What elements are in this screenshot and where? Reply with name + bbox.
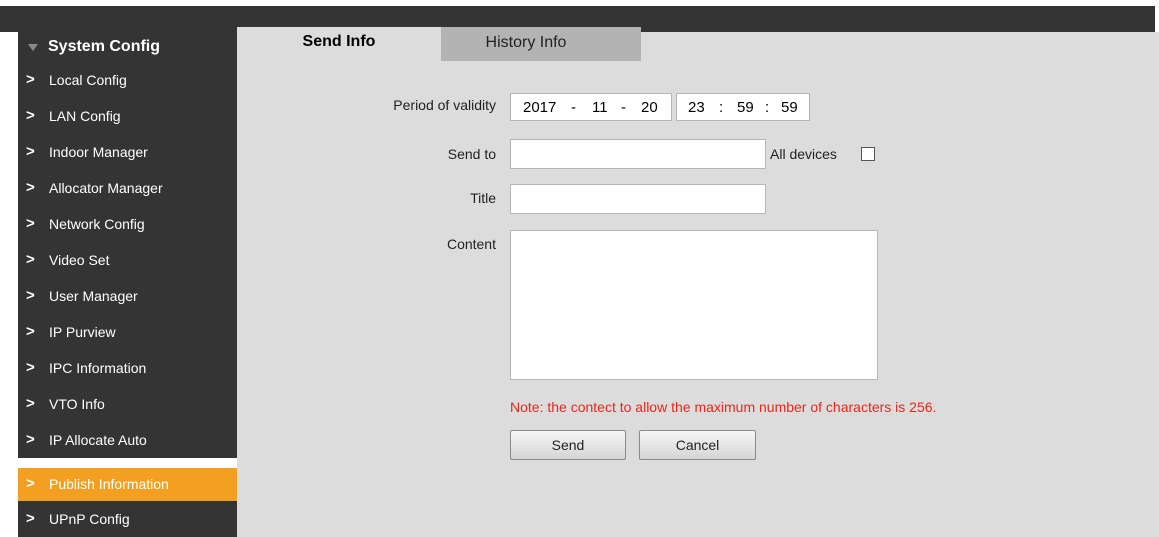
- sidebar-item-label: Allocator Manager: [49, 180, 163, 196]
- chevron-right-icon: >: [26, 475, 35, 492]
- date-input[interactable]: 2017 - 11 - 20: [510, 93, 672, 121]
- time-second: 59: [781, 99, 798, 116]
- cancel-button[interactable]: Cancel: [639, 430, 756, 460]
- date-sep: -: [571, 99, 576, 116]
- time-sep: :: [765, 99, 770, 116]
- sidebar-item-label: IPC Information: [49, 360, 147, 376]
- sidebar-item-network-config[interactable]: > Network Config: [18, 206, 237, 242]
- sidebar-item-local-config[interactable]: > Local Config: [18, 62, 237, 98]
- chevron-right-icon: >: [26, 510, 35, 527]
- character-limit-note: Note: the contect to allow the maximum n…: [510, 399, 937, 415]
- send-to-label: Send to: [447, 146, 496, 162]
- sidebar-item-label: IP Allocate Auto: [49, 432, 147, 448]
- sidebar-item-upnp-config[interactable]: > UPnP Config: [18, 501, 237, 537]
- sidebar-item-vto-info[interactable]: > VTO Info: [18, 386, 237, 422]
- title-label: Title: [470, 190, 496, 206]
- chevron-right-icon: >: [26, 287, 35, 304]
- sidebar-item-label: User Manager: [49, 288, 138, 304]
- chevron-right-icon: >: [26, 395, 35, 412]
- chevron-right-icon: >: [26, 323, 35, 340]
- time-input[interactable]: 23 : 59 : 59: [676, 93, 810, 121]
- tab-send-info[interactable]: Send Info: [237, 27, 441, 63]
- chevron-right-icon: >: [26, 71, 35, 88]
- chevron-right-icon: >: [26, 251, 35, 268]
- sidebar-header-system-config[interactable]: System Config: [18, 32, 237, 62]
- validity-label: Period of validity: [393, 97, 496, 113]
- sidebar-item-label: Video Set: [49, 252, 110, 268]
- sidebar-item-label: VTO Info: [49, 396, 105, 412]
- sidebar-item-ip-allocate-auto[interactable]: > IP Allocate Auto: [18, 422, 237, 458]
- sidebar-item-label: LAN Config: [49, 108, 121, 124]
- sidebar-item-label: Network Config: [49, 216, 145, 232]
- sidebar-item-label: IP Purview: [49, 324, 116, 340]
- sidebar-item-label: Publish Information: [49, 476, 169, 492]
- sidebar-item-label: Local Config: [49, 72, 127, 88]
- all-devices-checkbox[interactable]: [861, 147, 875, 161]
- date-day: 20: [641, 99, 658, 116]
- collapse-triangle-icon: [28, 44, 38, 51]
- title-field[interactable]: [510, 184, 766, 214]
- chevron-right-icon: >: [26, 179, 35, 196]
- time-hour: 23: [688, 99, 705, 116]
- sidebar-item-video-set[interactable]: > Video Set: [18, 242, 237, 278]
- send-button[interactable]: Send: [510, 430, 626, 460]
- sidebar-item-user-manager[interactable]: > User Manager: [18, 278, 237, 314]
- date-month: 11: [592, 99, 608, 116]
- sidebar-item-publish-information[interactable]: > Publish Information: [18, 468, 237, 501]
- content-textarea[interactable]: [510, 230, 878, 380]
- chevron-right-icon: >: [26, 359, 35, 376]
- sidebar-item-label: UPnP Config: [49, 511, 130, 527]
- content-label: Content: [446, 236, 496, 252]
- sidebar-item-lan-config[interactable]: > LAN Config: [18, 98, 237, 134]
- chevron-right-icon: >: [26, 143, 35, 160]
- send-to-field[interactable]: [510, 139, 766, 169]
- sidebar-header-label: System Config: [48, 38, 161, 55]
- date-sep: -: [621, 99, 626, 116]
- chevron-right-icon: >: [26, 215, 35, 232]
- all-devices-label: All devices: [770, 146, 837, 162]
- sidebar-item-ip-purview[interactable]: > IP Purview: [18, 314, 237, 350]
- sidebar-item-indoor-manager[interactable]: > Indoor Manager: [18, 134, 237, 170]
- sidebar: System Config > Local Config > LAN Confi…: [0, 32, 237, 537]
- time-sep: :: [719, 99, 724, 116]
- tab-history-info[interactable]: History Info: [441, 27, 641, 61]
- date-year: 2017: [523, 99, 557, 116]
- sidebar-item-label: Indoor Manager: [49, 144, 148, 160]
- tab-history-info-label: History Info: [485, 34, 567, 51]
- sidebar-item-allocator-manager[interactable]: > Allocator Manager: [18, 170, 237, 206]
- chevron-right-icon: >: [26, 431, 35, 448]
- time-minute: 59: [737, 99, 754, 116]
- sidebar-item-ipc-information[interactable]: > IPC Information: [18, 350, 237, 386]
- chevron-right-icon: >: [26, 107, 35, 124]
